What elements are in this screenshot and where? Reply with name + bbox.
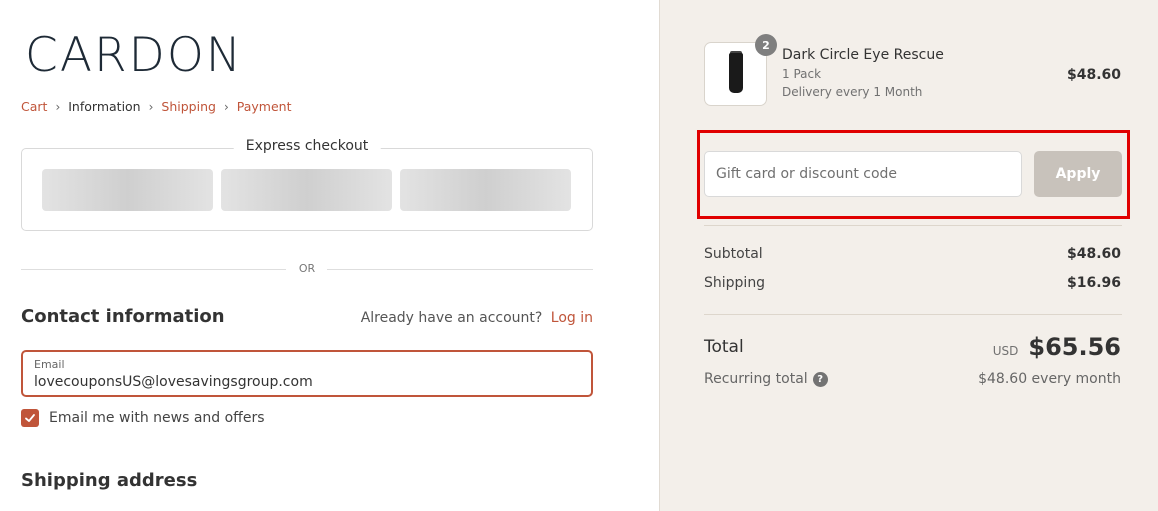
product-delivery-frequency: Delivery every 1 Month <box>782 85 923 99</box>
help-icon[interactable]: ? <box>812 371 828 387</box>
total-label: Total <box>704 337 744 357</box>
recurring-total-value: $48.60 every month <box>978 371 1121 387</box>
product-price: $48.60 <box>1066 67 1121 83</box>
breadcrumb: Cart › Information › Shipping › Payment <box>21 99 292 114</box>
product-image-icon <box>729 53 743 93</box>
divider-line <box>21 269 286 270</box>
shipping-address-heading: Shipping address <box>21 470 198 491</box>
summary-divider <box>704 225 1122 226</box>
subtotal-label: Subtotal <box>704 246 763 262</box>
login-link[interactable]: Log in <box>551 310 593 326</box>
express-payment-button-2[interactable] <box>221 169 392 211</box>
breadcrumb-information: Information <box>68 99 141 114</box>
currency-code: USD <box>992 344 1019 358</box>
brand-logo[interactable]: CARDON <box>25 30 243 82</box>
account-prompt-text: Already have an account? <box>360 310 543 326</box>
recurring-total-label: Recurring total <box>704 371 808 387</box>
summary-divider <box>704 314 1122 315</box>
breadcrumb-shipping[interactable]: Shipping <box>161 99 216 114</box>
contact-information-heading: Contact information <box>21 306 225 327</box>
shipping-cost-label: Shipping <box>704 275 766 291</box>
or-text: OR <box>298 262 316 275</box>
email-field-label: Email <box>34 358 65 371</box>
product-variant: 1 Pack <box>782 67 822 81</box>
chevron-right-icon: › <box>223 99 229 114</box>
newsletter-option[interactable]: Email me with news and offers <box>21 409 265 427</box>
divider-line <box>327 269 593 270</box>
quantity-badge: 2 <box>755 34 777 56</box>
subtotal-value: $48.60 <box>1066 246 1121 262</box>
account-prompt: Already have an account? Log in <box>361 310 593 326</box>
breadcrumb-payment[interactable]: Payment <box>237 99 292 114</box>
express-checkout-buttons <box>42 169 571 211</box>
newsletter-label: Email me with news and offers <box>49 410 265 426</box>
apply-discount-button[interactable]: Apply <box>1034 151 1122 197</box>
recurring-total: Recurring total ? <box>704 371 828 387</box>
total-value: $65.56 <box>1028 333 1121 361</box>
chevron-right-icon: › <box>148 99 154 114</box>
email-field[interactable]: Email lovecouponsUS@lovesavingsgroup.com <box>21 350 593 397</box>
express-payment-button-1[interactable] <box>42 169 213 211</box>
email-field-value[interactable]: lovecouponsUS@lovesavingsgroup.com <box>34 374 313 390</box>
checkout-form-panel: CARDON Cart › Information › Shipping › P… <box>0 0 659 511</box>
express-payment-button-3[interactable] <box>400 169 571 211</box>
total-amount: USD $65.56 <box>993 333 1121 361</box>
order-summary-panel: 2 Dark Circle Eye Rescue 1 Pack Delivery… <box>659 0 1158 511</box>
checkmark-icon <box>25 414 35 422</box>
or-divider: OR <box>21 262 593 278</box>
express-checkout-section: Express checkout <box>21 138 593 231</box>
product-name: Dark Circle Eye Rescue <box>782 47 944 63</box>
express-checkout-title: Express checkout <box>233 138 381 154</box>
shipping-cost-value: $16.96 <box>1066 275 1121 291</box>
chevron-right-icon: › <box>55 99 61 114</box>
discount-code-input[interactable] <box>704 151 1022 197</box>
breadcrumb-cart[interactable]: Cart <box>21 99 47 114</box>
newsletter-checkbox[interactable] <box>21 409 39 427</box>
